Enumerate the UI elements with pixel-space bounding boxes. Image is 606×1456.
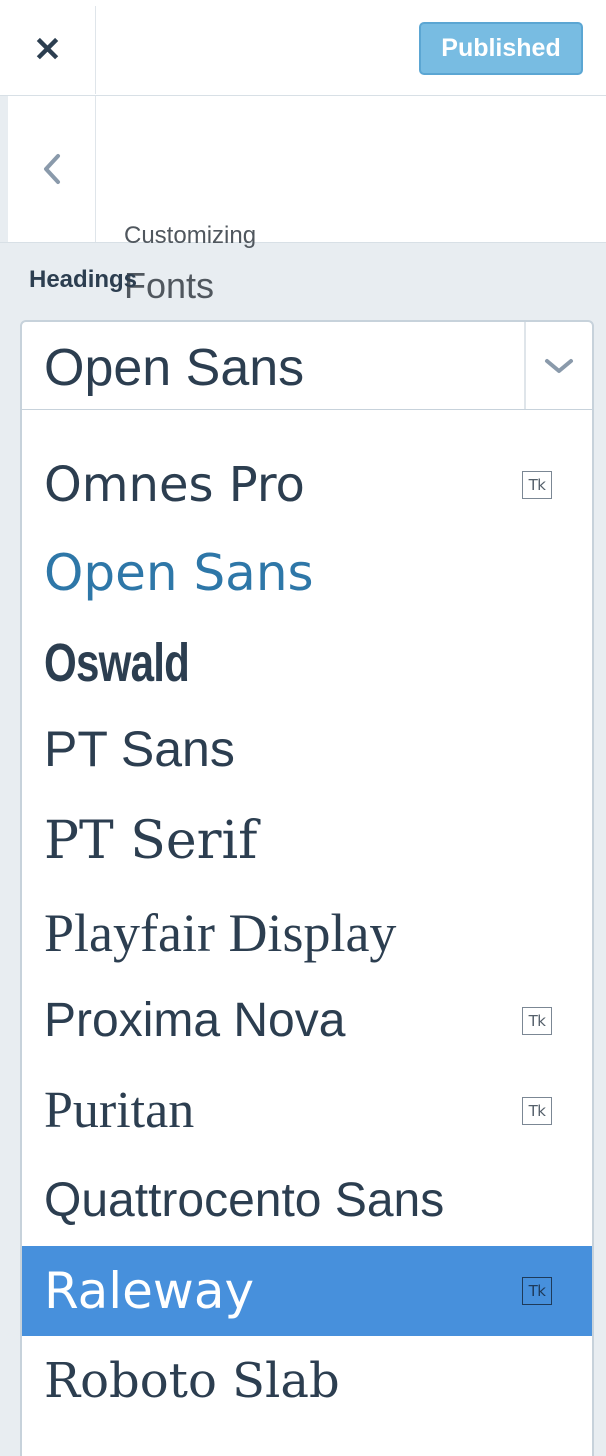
typekit-badge-icon: Tk bbox=[522, 1097, 552, 1125]
font-option-label: Roboto Slab bbox=[44, 1353, 340, 1409]
font-option-omnes-pro[interactable]: Omnes Pro Tk bbox=[22, 440, 592, 530]
headings-font-select[interactable]: Open Sans bbox=[20, 320, 594, 411]
font-option-raleway[interactable]: Raleway Tk bbox=[22, 1246, 592, 1336]
font-option-label: Omnes Pro bbox=[44, 457, 305, 513]
typekit-badge-icon: Tk bbox=[522, 1007, 552, 1035]
headings-label: Headings bbox=[29, 266, 138, 293]
breadcrumb: Customizing bbox=[124, 222, 257, 249]
header-strip bbox=[0, 96, 8, 242]
publish-button[interactable]: Published bbox=[419, 22, 583, 75]
font-option-label: Quattrocento Sans bbox=[44, 1174, 445, 1227]
typekit-badge-icon: Tk bbox=[522, 1277, 552, 1305]
font-option-open-sans[interactable]: Open Sans bbox=[22, 528, 592, 618]
font-option-label: PT Sans bbox=[44, 721, 235, 777]
list-item-partial-bottom: ▁▁ ▁▁▁ bbox=[22, 1426, 592, 1456]
customizer-topbar: ✕ Published bbox=[0, 0, 606, 96]
font-option-playfair-display[interactable]: Playfair Display bbox=[22, 888, 592, 978]
font-option-roboto-slab[interactable]: Roboto Slab bbox=[22, 1336, 592, 1426]
font-option-puritan[interactable]: Puritan Tk bbox=[22, 1066, 592, 1156]
font-option-pt-sans[interactable]: PT Sans bbox=[22, 704, 592, 794]
font-option-quattrocento-sans[interactable]: Quattrocento Sans bbox=[22, 1156, 592, 1246]
close-button[interactable]: ✕ bbox=[0, 6, 96, 94]
font-option-label: Playfair Display bbox=[44, 903, 397, 963]
font-option-label: PT Serif bbox=[44, 811, 258, 871]
chevron-down-icon bbox=[545, 358, 573, 373]
chevron-left-icon bbox=[43, 154, 60, 184]
font-option-label: Puritan bbox=[44, 1082, 195, 1139]
dropdown-toggle[interactable] bbox=[524, 322, 592, 409]
font-dropdown-list[interactable]: · · · · · Omnes Pro Tk Open Sans Oswald … bbox=[20, 410, 594, 1456]
font-option-label: Oswald bbox=[44, 633, 190, 693]
font-option-label: Proxima Nova bbox=[44, 994, 346, 1047]
typekit-badge-icon: Tk bbox=[522, 471, 552, 499]
back-button[interactable] bbox=[8, 96, 96, 242]
font-option-pt-serif[interactable]: PT Serif bbox=[22, 796, 592, 886]
selected-font-value: Open Sans bbox=[44, 339, 305, 397]
page-title: Fonts bbox=[124, 265, 215, 306]
font-option-proxima-nova[interactable]: Proxima Nova Tk bbox=[22, 976, 592, 1066]
close-icon: ✕ bbox=[33, 31, 62, 69]
font-option-label: Open Sans bbox=[44, 544, 314, 602]
font-option-label: Raleway bbox=[44, 1262, 255, 1320]
list-item-partial-top: · · · · · bbox=[22, 410, 592, 430]
section-header: Customizing Fonts bbox=[0, 96, 606, 304]
font-option-oswald[interactable]: Oswald bbox=[22, 618, 592, 708]
